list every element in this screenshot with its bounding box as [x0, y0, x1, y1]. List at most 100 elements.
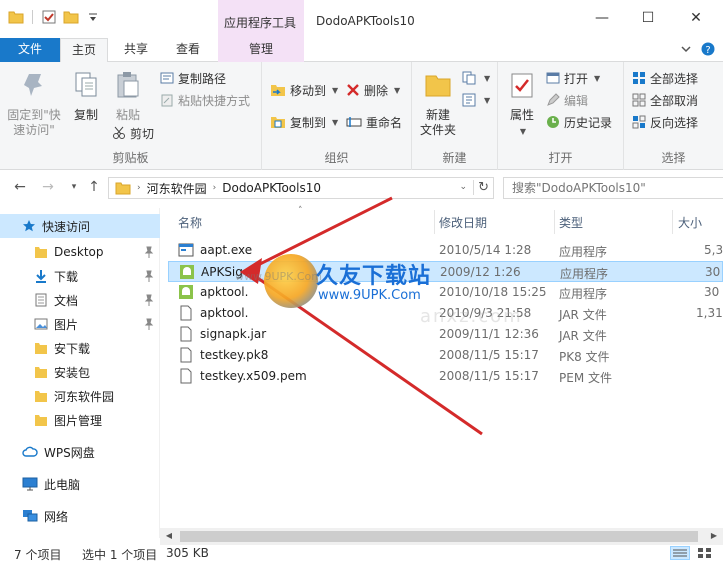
- edit-button[interactable]: 编辑: [546, 90, 588, 110]
- column-separator[interactable]: [434, 210, 435, 234]
- easy-access-button[interactable]: ▼: [462, 90, 490, 110]
- nav-item-downloads[interactable]: 下载: [0, 264, 160, 288]
- select-all-button[interactable]: 全部选择: [632, 68, 698, 88]
- file-name: apktool.: [200, 306, 249, 320]
- status-bar: 7 个项目 选中 1 个项目 305 KB: [0, 545, 723, 561]
- breadcrumb-item[interactable]: DodoAPKTools10: [222, 181, 321, 195]
- column-header-type[interactable]: 类型: [559, 214, 583, 231]
- delete-button[interactable]: 删除 ▼: [346, 80, 400, 100]
- pin-icon[interactable]: [144, 294, 154, 306]
- tab-share[interactable]: 共享: [112, 38, 160, 62]
- file-date: 2008/11/5 15:17: [439, 348, 539, 362]
- properties-icon: [511, 73, 533, 98]
- nav-item-documents[interactable]: 文档: [0, 288, 160, 312]
- scroll-right-icon[interactable]: ▶: [709, 531, 719, 541]
- file-size: 5,31: [704, 243, 723, 257]
- pin-icon[interactable]: [144, 270, 154, 282]
- horizontal-scrollbar[interactable]: ◀ ▶: [160, 528, 723, 545]
- new-folder-icon[interactable]: [63, 10, 79, 24]
- paste-label: 粘贴: [115, 108, 140, 122]
- file-date: 2010/5/14 1:28: [439, 243, 532, 257]
- up-arrow-icon[interactable]: ↑: [86, 179, 102, 195]
- new-folder-button[interactable]: 新建 文件夹: [418, 70, 458, 138]
- properties-check-icon[interactable]: [41, 10, 57, 24]
- move-to-button[interactable]: 移动到 ▼: [270, 80, 338, 100]
- folder-icon: [35, 415, 47, 426]
- paste-button[interactable]: 粘贴: [108, 70, 148, 123]
- properties-label: 属性: [509, 108, 534, 122]
- large-icons-view-icon[interactable]: [696, 546, 714, 560]
- invert-selection-button[interactable]: 反向选择: [632, 112, 698, 132]
- address-bar[interactable]: › 河东软件园 › DodoAPKTools10 ⌄ ↻: [108, 177, 494, 199]
- table-row[interactable]: testkey.pk8 2008/11/5 15:17 PK8 文件: [168, 345, 723, 366]
- back-arrow-icon[interactable]: ←: [12, 179, 28, 195]
- copy-to-button[interactable]: 复制到 ▼: [270, 112, 338, 132]
- customize-dropdown-icon[interactable]: [85, 10, 101, 24]
- refresh-icon[interactable]: ↻: [473, 180, 489, 195]
- nav-item-folder[interactable]: 安装包: [0, 360, 160, 384]
- scroll-left-icon[interactable]: ◀: [164, 531, 174, 541]
- nav-item-folder[interactable]: 图片管理: [0, 408, 160, 432]
- nav-this-pc[interactable]: 此电脑: [0, 472, 160, 496]
- nav-quick-access-label: 快速访问: [42, 219, 91, 234]
- file-size: 30: [705, 265, 721, 279]
- open-caret: ▼: [594, 73, 601, 83]
- properties-button[interactable]: 属性 ▼: [504, 70, 540, 139]
- edit-pencil-icon: [547, 93, 560, 106]
- nav-quick-access[interactable]: 快速访问: [0, 214, 160, 238]
- select-none-button[interactable]: 全部取消: [632, 90, 698, 110]
- pin-icon[interactable]: [144, 246, 154, 258]
- paste-icon: [117, 72, 139, 98]
- ribbon-help-area: ?: [681, 42, 715, 56]
- nav-network[interactable]: 网络: [0, 504, 160, 528]
- minimize-button[interactable]: —: [592, 10, 612, 26]
- cut-button[interactable]: 剪切: [112, 123, 154, 143]
- table-row[interactable]: signapk.jar 2009/11/1 12:36 JAR 文件: [168, 324, 723, 345]
- column-separator[interactable]: [672, 210, 673, 234]
- paste-shortcut-button[interactable]: 粘贴快捷方式: [160, 90, 250, 110]
- table-row[interactable]: testkey.x509.pem 2008/11/5 15:17 PEM 文件: [168, 366, 723, 387]
- edit-label: 编辑: [564, 93, 589, 108]
- copy-path-button[interactable]: 复制路径: [160, 68, 226, 88]
- select-group: 全部选择 全部取消 反向选择 选择: [624, 62, 723, 170]
- nav-item-pictures[interactable]: 图片: [0, 312, 160, 336]
- details-view-icon[interactable]: [670, 546, 690, 560]
- forward-arrow-icon[interactable]: →: [40, 179, 56, 195]
- nav-item-label: 文档: [54, 293, 79, 308]
- nav-item-folder[interactable]: 安下载: [0, 336, 160, 360]
- column-header-size[interactable]: 大小: [678, 214, 702, 231]
- pin-icon[interactable]: [144, 318, 154, 330]
- folder-icon[interactable]: [8, 10, 24, 24]
- search-input[interactable]: [503, 177, 723, 199]
- table-row[interactable]: apktool. 2010/10/18 15:25 应用程序 30: [168, 282, 723, 303]
- table-row[interactable]: aapt.exe 2010/5/14 1:28 应用程序 5,31: [168, 240, 723, 261]
- recent-locations-chevron-icon[interactable]: ▾: [66, 179, 82, 195]
- address-dropdown-chevron-icon[interactable]: ⌄: [459, 182, 467, 192]
- nav-item-folder[interactable]: 河东软件园: [0, 384, 160, 408]
- document-icon: [35, 293, 47, 307]
- watermark-faint-text: anxz.com: [420, 306, 523, 327]
- close-button[interactable]: ✕: [686, 10, 706, 26]
- rename-button[interactable]: 重命名: [346, 112, 402, 132]
- maximize-button[interactable]: ☐: [638, 10, 658, 26]
- history-button[interactable]: 历史记录: [546, 112, 612, 132]
- open-button[interactable]: 打开 ▼: [546, 68, 600, 88]
- tab-manage[interactable]: 管理: [218, 38, 304, 62]
- pin-quick-access-button[interactable]: 固定到"快 速访问": [4, 70, 64, 138]
- nav-item-desktop[interactable]: Desktop: [0, 240, 160, 264]
- file-type: PEM 文件: [559, 371, 612, 385]
- tab-file[interactable]: 文件: [0, 38, 60, 62]
- breadcrumb-item[interactable]: 河东软件园: [147, 180, 207, 197]
- copy-button[interactable]: 复制: [68, 70, 104, 123]
- tab-view[interactable]: 查看: [164, 38, 212, 62]
- column-header-date[interactable]: 修改日期: [439, 214, 487, 231]
- tab-home[interactable]: 主页: [60, 38, 108, 63]
- column-separator[interactable]: [554, 210, 555, 234]
- new-item-button[interactable]: ▼: [462, 68, 490, 88]
- nav-wps-cloud[interactable]: WPS网盘: [0, 440, 160, 464]
- chevron-down-icon[interactable]: [681, 45, 691, 53]
- scrollbar-thumb[interactable]: [180, 531, 698, 542]
- sort-chevron-icon: ˄: [298, 206, 303, 216]
- column-header-name[interactable]: 名称: [178, 214, 202, 231]
- help-icon[interactable]: ?: [701, 42, 715, 56]
